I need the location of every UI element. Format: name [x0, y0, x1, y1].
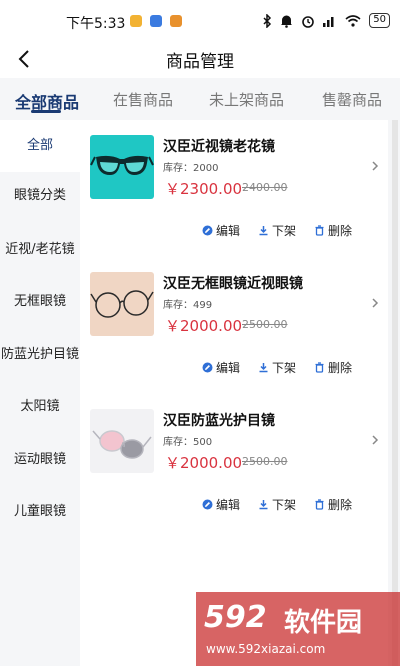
- page-title: 商品管理: [166, 52, 234, 72]
- glasses-image: [90, 290, 154, 318]
- bell-icon: [281, 15, 293, 28]
- status-indicators: 50: [262, 13, 390, 28]
- status-app-icons: [130, 15, 182, 27]
- watermark: 592 软件园 www.592xiazai.com: [196, 592, 400, 666]
- download-icon: [259, 500, 268, 510]
- sidebar-item-sports[interactable]: 运动眼镜: [0, 434, 80, 486]
- sidebar-item-myopia-reading[interactable]: 近视/老花镜: [0, 224, 80, 276]
- edit-button[interactable]: 编辑: [202, 359, 240, 376]
- tab-sold-out[interactable]: 售罄商品: [322, 89, 382, 110]
- download-icon: [259, 226, 268, 236]
- sidebar-item-glasses-category[interactable]: 眼镜分类: [0, 170, 80, 222]
- edit-icon: [202, 499, 213, 510]
- wifi-icon: [345, 14, 361, 27]
- sidebar-item-all[interactable]: 全部: [0, 120, 80, 172]
- unlist-label: 下架: [272, 361, 297, 375]
- app-screen: 下午5:33 50 商品管理 全部商品 在售商品 未上架商品 售罄商品 全部 眼…: [0, 0, 400, 666]
- edit-button[interactable]: 编辑: [202, 496, 240, 513]
- signal-icon: [323, 16, 334, 27]
- alarm-icon: [302, 15, 315, 28]
- product-list: 汉臣近视镜老花镜 库存：2000 ￥2300.00 2400.00 编辑 下架 …: [80, 120, 388, 666]
- delete-button[interactable]: 删除: [314, 222, 352, 239]
- glasses-image: [90, 155, 154, 175]
- sidebar-item-blue-light[interactable]: 防蓝光护目镜: [0, 329, 80, 381]
- product-original-price: 2400.00: [242, 181, 288, 194]
- tab-unlisted[interactable]: 未上架商品: [209, 89, 284, 110]
- download-icon: [259, 363, 268, 373]
- product-actions: 编辑 下架 删除: [202, 222, 352, 239]
- unlist-button[interactable]: 下架: [258, 359, 296, 376]
- delete-label: 删除: [328, 361, 353, 375]
- glasses-image: [92, 430, 152, 459]
- unlist-label: 下架: [272, 498, 297, 512]
- delete-label: 删除: [328, 498, 353, 512]
- product-name: 汉臣无框眼镜近视眼镜: [163, 276, 303, 292]
- edit-label: 编辑: [216, 224, 241, 238]
- product-card: 汉臣近视镜老花镜 库存：2000 ￥2300.00 2400.00 编辑 下架 …: [80, 120, 388, 257]
- edit-icon: [202, 225, 213, 236]
- unlist-label: 下架: [272, 224, 297, 238]
- chevron-right-icon[interactable]: [370, 434, 380, 446]
- trash-icon: [315, 362, 324, 373]
- category-sidebar: 全部 眼镜分类 近视/老花镜 无框眼镜 防蓝光护目镜 太阳镜 运动眼镜 儿童眼镜: [0, 120, 80, 666]
- product-card: 汉臣无框眼镜近视眼镜 库存：499 ￥2000.00 2500.00 编辑 下架…: [80, 257, 388, 394]
- delete-label: 删除: [328, 224, 353, 238]
- product-stock: 库存：2000: [163, 163, 219, 174]
- product-stock: 库存：499: [163, 300, 213, 311]
- product-card: 汉臣防蓝光护目镜 库存：500 ￥2000.00 2500.00 编辑 下架 删…: [80, 394, 388, 531]
- product-price: ￥2300.00: [165, 180, 243, 198]
- unlist-button[interactable]: 下架: [258, 496, 296, 513]
- delete-button[interactable]: 删除: [314, 496, 352, 513]
- watermark-url: www.592xiazai.com: [206, 642, 326, 656]
- app-icon-2: [150, 15, 162, 27]
- product-thumbnail[interactable]: [90, 409, 154, 473]
- product-actions: 编辑 下架 删除: [202, 359, 352, 376]
- app-icon-1: [130, 15, 142, 27]
- edit-button[interactable]: 编辑: [202, 222, 240, 239]
- product-price: ￥2000.00: [165, 454, 243, 472]
- trash-icon: [315, 225, 324, 236]
- product-price: ￥2000.00: [165, 317, 243, 335]
- status-bar: 下午5:33 50: [0, 0, 400, 40]
- chevron-right-icon[interactable]: [370, 160, 380, 172]
- product-actions: 编辑 下架 删除: [202, 496, 352, 513]
- tab-on-sale[interactable]: 在售商品: [113, 89, 173, 110]
- sidebar-item-sunglasses[interactable]: 太阳镜: [0, 381, 80, 433]
- watermark-number: 592: [204, 600, 267, 635]
- active-tab-indicator: [31, 110, 61, 113]
- status-time: 下午5:33: [66, 16, 126, 32]
- product-name: 汉臣近视镜老花镜: [163, 139, 275, 155]
- product-original-price: 2500.00: [242, 455, 288, 468]
- bluetooth-icon: [263, 13, 272, 28]
- edit-label: 编辑: [216, 498, 241, 512]
- product-thumbnail[interactable]: [90, 272, 154, 336]
- edit-label: 编辑: [216, 361, 241, 375]
- delete-button[interactable]: 删除: [314, 359, 352, 376]
- trash-icon: [315, 499, 324, 510]
- product-thumbnail[interactable]: [90, 135, 154, 199]
- unlist-button[interactable]: 下架: [258, 222, 296, 239]
- chevron-right-icon[interactable]: [370, 297, 380, 309]
- battery-indicator: 50: [369, 13, 390, 28]
- sidebar-item-kids[interactable]: 儿童眼镜: [0, 486, 80, 538]
- product-original-price: 2500.00: [242, 318, 288, 331]
- sidebar-item-rimless[interactable]: 无框眼镜: [0, 276, 80, 328]
- watermark-text: 软件园: [284, 608, 363, 638]
- app-icon-3: [170, 15, 182, 27]
- header: 商品管理: [0, 40, 400, 78]
- scrollbar[interactable]: [392, 120, 398, 666]
- product-name: 汉臣防蓝光护目镜: [163, 413, 275, 429]
- edit-icon: [202, 362, 213, 373]
- product-stock: 库存：500: [163, 437, 213, 448]
